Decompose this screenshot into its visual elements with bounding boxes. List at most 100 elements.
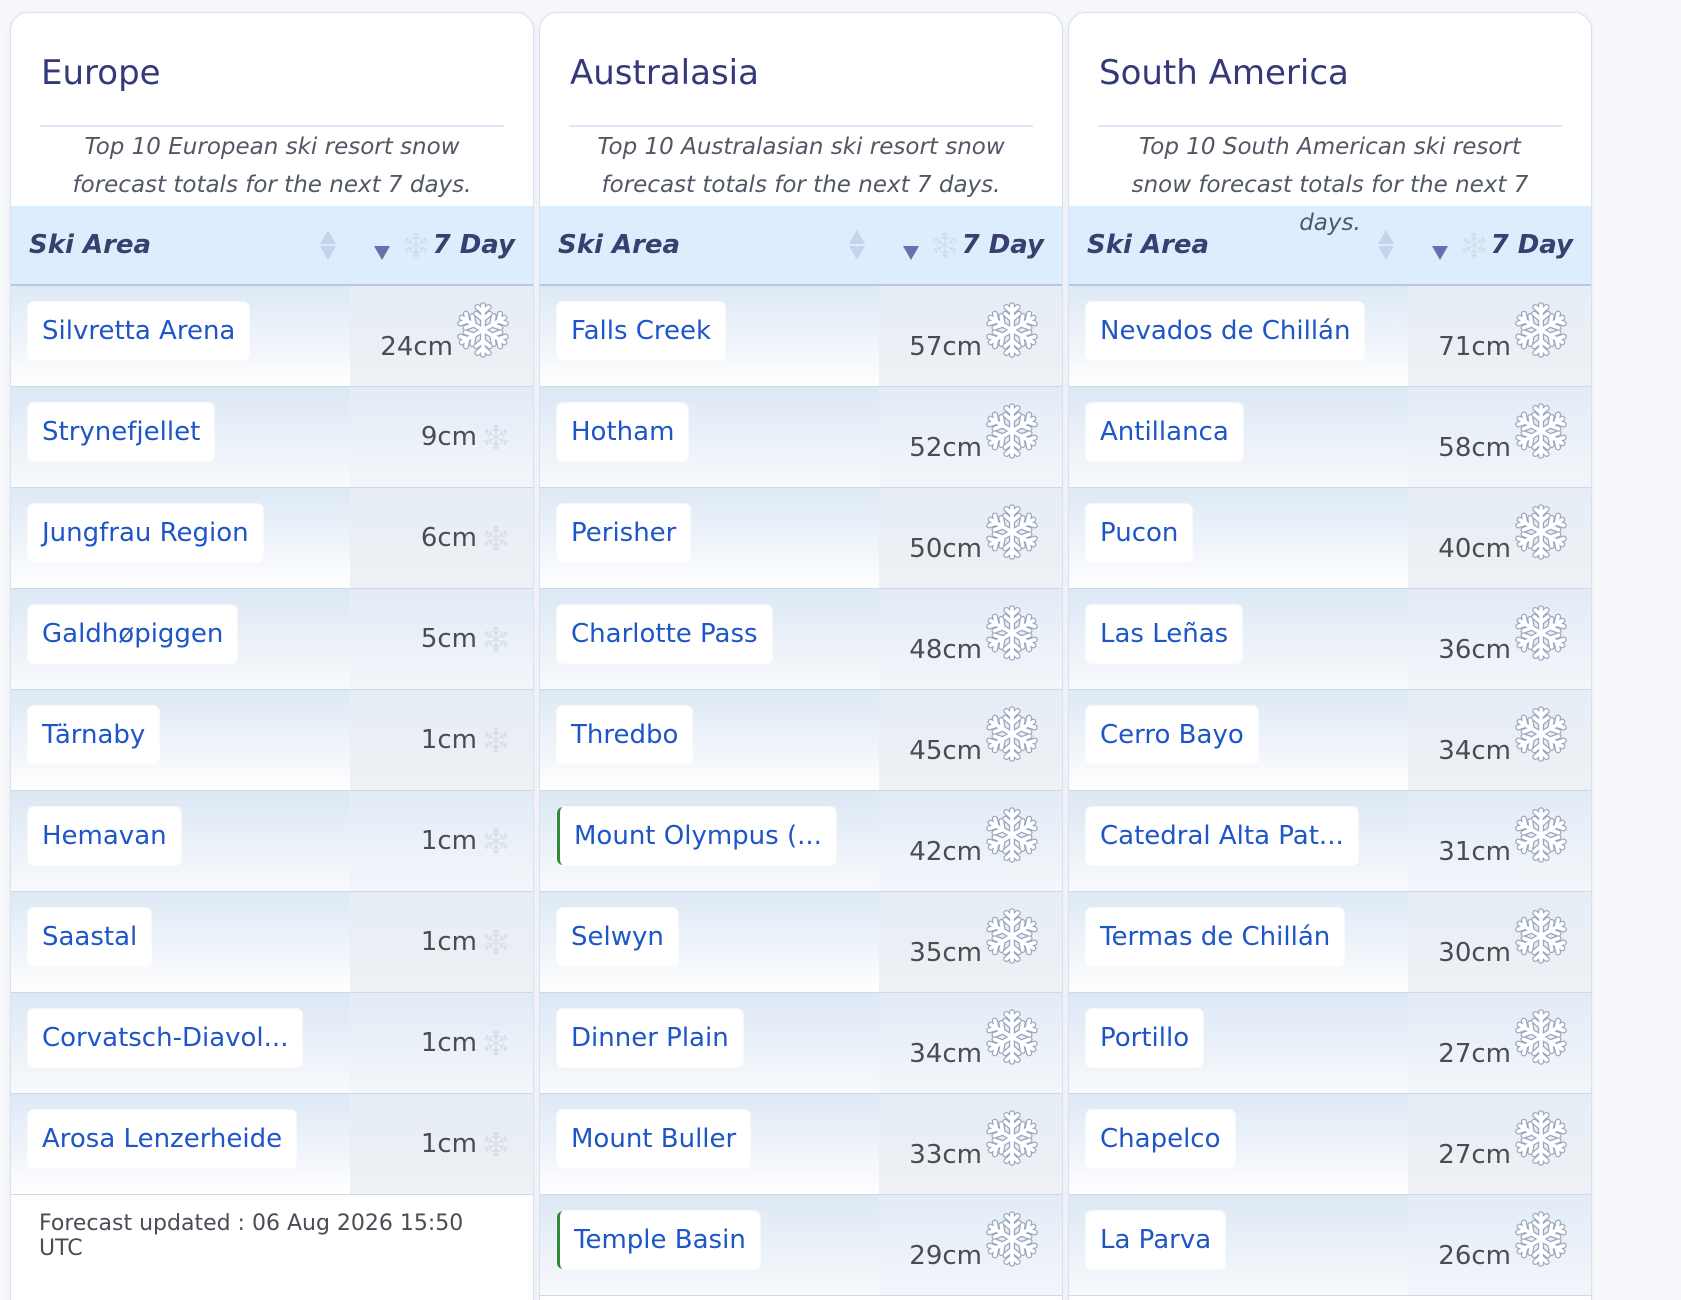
table-row: Falls Creek 57cm [540, 286, 1062, 387]
ski-area-link[interactable]: Strynefjellet [28, 403, 215, 461]
ski-area-link[interactable]: Thredbo [557, 706, 693, 764]
snow-total-cell: 58cm [1408, 387, 1591, 487]
snow-total-cell: 35cm [879, 892, 1062, 992]
snow-total-value: 57cm [909, 332, 982, 362]
region-panel: Australasia Top 10 Australasian ski resor… [539, 12, 1063, 1300]
snow-total-value: 48cm [909, 635, 982, 665]
ski-area-link[interactable]: Antillanca [1086, 403, 1243, 461]
snowflake-icon [401, 230, 431, 260]
ski-area-link[interactable]: Las Leñas [1086, 605, 1243, 663]
snowflake-icon [984, 908, 1040, 964]
snow-total-cell: 27cm [1408, 1094, 1591, 1194]
snowflake-icon [1513, 807, 1569, 863]
ski-area-cell: Nevados de Chillán [1069, 286, 1408, 386]
column-header-7-day[interactable]: 7 Day [1459, 230, 1573, 260]
ski-area-link[interactable]: Jungfrau Region [28, 504, 263, 562]
ski-area-cell: Temple Basin [540, 1195, 879, 1295]
ski-area-link[interactable]: Falls Creek [557, 302, 726, 360]
snow-total-cell: 1cm [350, 993, 533, 1093]
snowflake-icon [1513, 504, 1569, 560]
sort-desc-icon[interactable] [373, 228, 391, 262]
sort-icon[interactable] [319, 228, 337, 262]
ski-area-link[interactable]: Mount Olympus (... [557, 807, 836, 865]
snow-total-value: 31cm [1438, 837, 1511, 867]
column-header-7-day[interactable]: 7 Day [930, 230, 1044, 260]
ski-area-cell: Hotham [540, 387, 879, 487]
page: Europe Top 10 European ski resort snow fo… [0, 0, 1681, 1300]
column-header-ski-area[interactable]: Ski Area [558, 230, 848, 260]
panel-title: Europe [40, 13, 504, 127]
sort-icon[interactable] [848, 228, 866, 262]
table-row: Jungfrau Region 6cm [11, 488, 533, 589]
ski-area-link[interactable]: Hemavan [28, 807, 181, 865]
ski-area-cell: Jungfrau Region [11, 488, 350, 588]
ski-area-cell: Las Leñas [1069, 589, 1408, 689]
ski-area-link[interactable]: Galdhøpiggen [28, 605, 238, 663]
ski-area-link[interactable]: La Parva [1086, 1211, 1226, 1269]
snowflake-icon [455, 302, 511, 358]
sort-icon[interactable] [1377, 228, 1395, 262]
table-row: Cerro Bayo 34cm [1069, 690, 1591, 791]
snow-total-cell: 1cm [350, 892, 533, 992]
ski-area-link[interactable]: Mount Buller [557, 1110, 751, 1168]
table-row: Termas de Chillán 30cm [1069, 892, 1591, 993]
snow-total-cell: 1cm [350, 1094, 533, 1194]
snowflake-icon [481, 1028, 511, 1058]
sort-desc-icon[interactable] [1431, 228, 1449, 262]
ski-area-link[interactable]: Portillo [1086, 1009, 1204, 1067]
ski-area-link[interactable]: Dinner Plain [557, 1009, 743, 1067]
ski-area-link[interactable]: Corvatsch-Diavol... [28, 1009, 303, 1067]
snow-total-value: 36cm [1438, 635, 1511, 665]
ski-area-link[interactable]: Chapelco [1086, 1110, 1235, 1168]
panel-header: South America Top 10 South American ski r… [1069, 13, 1591, 236]
table-row: Mount Buller 33cm [540, 1094, 1062, 1195]
ski-area-cell: Pucon [1069, 488, 1408, 588]
snow-total-value: 34cm [1438, 736, 1511, 766]
snow-total-value: 42cm [909, 837, 982, 867]
ski-area-link[interactable]: Selwyn [557, 908, 678, 966]
ski-area-link[interactable]: Saastal [28, 908, 152, 966]
ski-area-link[interactable]: Tärnaby [28, 706, 160, 764]
ski-area-link[interactable]: Hotham [557, 403, 689, 461]
table-row: Corvatsch-Diavol... 1cm [11, 993, 533, 1094]
ski-area-link[interactable]: Silvretta Arena [28, 302, 250, 360]
panel-header: Australasia Top 10 Australasian ski resor… [540, 13, 1062, 206]
table-row: Las Leñas 36cm [1069, 589, 1591, 690]
ski-area-link[interactable]: Arosa Lenzerheide [28, 1110, 297, 1168]
ski-area-link[interactable]: Termas de Chillán [1086, 908, 1345, 966]
snow-total-value: 5cm [420, 624, 477, 654]
snow-total-value: 24cm [380, 332, 453, 362]
ski-area-link[interactable]: Perisher [557, 504, 691, 562]
ski-area-link[interactable]: Nevados de Chillán [1086, 302, 1365, 360]
snow-total-cell: 45cm [879, 690, 1062, 790]
table-row: Tärnaby 1cm [11, 690, 533, 791]
ski-area-cell: Galdhøpiggen [11, 589, 350, 689]
column-header-7-day[interactable]: 7 Day [401, 230, 515, 260]
snow-total-cell: 6cm [350, 488, 533, 588]
sort-desc-icon[interactable] [902, 228, 920, 262]
column-header-7-day-label: 7 Day [961, 230, 1044, 260]
ski-area-link[interactable]: Catedral Alta Pat... [1086, 807, 1358, 865]
snow-total-cell: 71cm [1408, 286, 1591, 386]
column-header-ski-area[interactable]: Ski Area [29, 230, 319, 260]
snowflake-icon [481, 422, 511, 452]
snow-total-cell: 40cm [1408, 488, 1591, 588]
snowflake-icon [481, 725, 511, 755]
table-row: Pucon 40cm [1069, 488, 1591, 589]
table-row: Perisher 50cm [540, 488, 1062, 589]
snow-total-cell: 42cm [879, 791, 1062, 891]
snow-total-cell: 1cm [350, 690, 533, 790]
snow-total-value: 27cm [1438, 1140, 1511, 1170]
column-header-ski-area[interactable]: Ski Area [1087, 230, 1377, 260]
panel-subtitle: Top 10 South American ski resort snow fo… [1131, 134, 1529, 236]
table-row: Antillanca 58cm [1069, 387, 1591, 488]
ski-area-link[interactable]: Temple Basin [557, 1211, 760, 1269]
ski-area-link[interactable]: Pucon [1086, 504, 1193, 562]
table-body: Nevados de Chillán 71cm Antillanca 58cm Puco… [1069, 286, 1591, 1296]
snowflake-icon [984, 504, 1040, 560]
snow-total-value: 1cm [420, 1028, 477, 1058]
snowflake-icon [984, 605, 1040, 661]
ski-area-link[interactable]: Cerro Bayo [1086, 706, 1258, 764]
ski-area-link[interactable]: Charlotte Pass [557, 605, 772, 663]
snow-total-cell: 48cm [879, 589, 1062, 689]
